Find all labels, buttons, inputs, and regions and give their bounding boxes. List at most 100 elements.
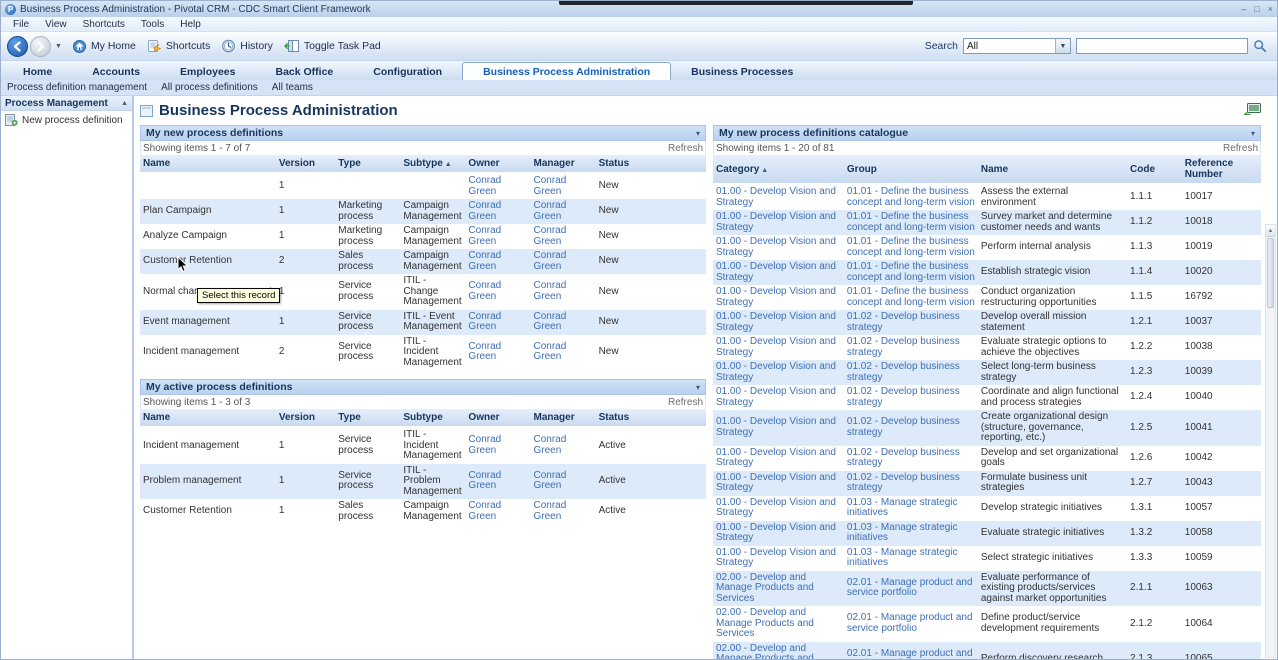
table-row[interactable]: 02.00 - Develop and Manage Products and … bbox=[713, 571, 1261, 607]
cell-link[interactable]: Conrad Green bbox=[468, 225, 501, 247]
column-header-manager[interactable]: Manager bbox=[531, 155, 596, 173]
history-button[interactable]: History bbox=[217, 37, 280, 55]
cell-link[interactable]: 01.00 - Develop Vision and Strategy bbox=[716, 261, 836, 283]
cell-link[interactable]: Conrad Green bbox=[534, 280, 567, 302]
vertical-scrollbar[interactable]: ▲ bbox=[1265, 224, 1276, 658]
column-header-version[interactable]: Version bbox=[276, 409, 335, 427]
back-button[interactable] bbox=[7, 36, 28, 57]
table-row[interactable]: 02.00 - Develop and Manage Products and … bbox=[713, 606, 1261, 642]
table-row[interactable]: Customer Retention1Sales processCampaign… bbox=[140, 499, 706, 524]
cell-link[interactable]: 01.00 - Develop Vision and Strategy bbox=[716, 497, 836, 519]
cell-link[interactable]: 01.02 - Develop business strategy bbox=[847, 386, 960, 408]
table-row[interactable]: 1Conrad GreenConrad GreenNew bbox=[140, 173, 706, 199]
cell-link[interactable]: Conrad Green bbox=[468, 311, 501, 333]
cell-link[interactable]: Conrad Green bbox=[534, 175, 567, 197]
forward-button[interactable] bbox=[30, 36, 51, 57]
table-row[interactable]: Plan Campaign1Marketing processCampaign … bbox=[140, 199, 706, 224]
cell-link[interactable]: Conrad Green bbox=[534, 250, 567, 272]
table-row[interactable]: 01.00 - Develop Vision and Strategy01.02… bbox=[713, 471, 1261, 496]
close-button[interactable]: × bbox=[1268, 2, 1273, 16]
chevron-down-icon[interactable]: ▼ bbox=[1055, 39, 1070, 53]
cell-link[interactable]: Conrad Green bbox=[468, 280, 501, 302]
cell-link[interactable]: 01.02 - Develop business strategy bbox=[847, 416, 960, 438]
cell-link[interactable]: 01.01 - Define the business concept and … bbox=[847, 286, 975, 308]
scroll-up-icon[interactable]: ▲ bbox=[1266, 225, 1275, 237]
cell-link[interactable]: 01.00 - Develop Vision and Strategy bbox=[716, 472, 836, 494]
cell-link[interactable]: 01.00 - Develop Vision and Strategy bbox=[716, 547, 836, 569]
menu-item-shortcuts[interactable]: Shortcuts bbox=[75, 19, 133, 30]
menu-item-tools[interactable]: Tools bbox=[133, 19, 172, 30]
cell-link[interactable]: Conrad Green bbox=[534, 434, 567, 456]
tab-configuration[interactable]: Configuration bbox=[353, 63, 462, 80]
cell-link[interactable]: 01.00 - Develop Vision and Strategy bbox=[716, 186, 836, 208]
column-header-name[interactable]: Name bbox=[140, 409, 276, 427]
column-header-subtype[interactable]: Subtype bbox=[400, 409, 465, 427]
cell-link[interactable]: 01.02 - Develop business strategy bbox=[847, 311, 960, 333]
table-row[interactable]: 01.00 - Develop Vision and Strategy01.02… bbox=[713, 360, 1261, 385]
column-header-name[interactable]: Name bbox=[140, 155, 276, 173]
column-header-manager[interactable]: Manager bbox=[531, 409, 596, 427]
cell-link[interactable]: 02.00 - Develop and Manage Products and … bbox=[716, 643, 814, 660]
subtab-all-process-definitions[interactable]: All process definitions bbox=[161, 82, 258, 93]
search-input[interactable] bbox=[1076, 38, 1248, 54]
subtab-all-teams[interactable]: All teams bbox=[272, 82, 313, 93]
cell-link[interactable]: Conrad Green bbox=[468, 500, 501, 522]
column-header-owner[interactable]: Owner bbox=[465, 155, 530, 173]
column-header-subtype[interactable]: Subtype ▲ bbox=[400, 155, 465, 173]
search-icon[interactable] bbox=[1253, 39, 1267, 53]
cell-link[interactable]: 01.00 - Develop Vision and Strategy bbox=[716, 211, 836, 233]
cell-link[interactable]: 01.00 - Develop Vision and Strategy bbox=[716, 447, 836, 469]
cell-link[interactable]: 01.01 - Define the business concept and … bbox=[847, 261, 975, 283]
refresh-link[interactable]: Refresh bbox=[668, 143, 703, 154]
cell-link[interactable]: Conrad Green bbox=[534, 341, 567, 363]
cell-link[interactable]: Conrad Green bbox=[534, 470, 567, 492]
cell-link[interactable]: 02.00 - Develop and Manage Products and … bbox=[716, 607, 814, 639]
cell-link[interactable]: 01.03 - Manage strategic initiatives bbox=[847, 522, 958, 544]
table-row[interactable]: 01.00 - Develop Vision and Strategy 01.02… bbox=[713, 335, 1261, 360]
cell-link[interactable]: 01.03 - Manage strategic initiatives bbox=[847, 497, 958, 519]
toggle-task-pad-button[interactable]: Toggle Task Pad bbox=[280, 37, 388, 55]
table-row[interactable]: Analyze Campaign1Marketing processCampai… bbox=[140, 224, 706, 249]
cell-link[interactable]: 02.01 - Manage product and service portf… bbox=[847, 648, 973, 660]
my-home-button[interactable]: My Home bbox=[68, 37, 143, 55]
cell-link[interactable]: 01.02 - Develop business strategy bbox=[847, 361, 960, 383]
column-header-group[interactable]: Group bbox=[844, 155, 978, 184]
cell-link[interactable]: Conrad Green bbox=[468, 200, 501, 222]
column-header-owner[interactable]: Owner bbox=[465, 409, 530, 427]
table-row[interactable]: Problem management1Service processITIL -… bbox=[140, 464, 706, 500]
cell-link[interactable]: 01.00 - Develop Vision and Strategy bbox=[716, 336, 836, 358]
table-row[interactable]: 01.00 - Develop Vision and Strategy 01.02… bbox=[713, 310, 1261, 335]
tab-employees[interactable]: Employees bbox=[160, 63, 255, 80]
table-row[interactable]: Event management1Service processITIL - E… bbox=[140, 310, 706, 335]
tab-accounts[interactable]: Accounts bbox=[72, 63, 160, 80]
refresh-link[interactable]: Refresh bbox=[668, 397, 703, 408]
shortcuts-button[interactable]: Shortcuts bbox=[143, 37, 217, 55]
cell-link[interactable]: 02.01 - Manage product and service portf… bbox=[847, 612, 973, 634]
cell-link[interactable]: 01.02 - Develop business strategy bbox=[847, 336, 960, 358]
column-header-code[interactable]: Code bbox=[1127, 155, 1182, 184]
cell-link[interactable]: 01.00 - Develop Vision and Strategy bbox=[716, 522, 836, 544]
table-row[interactable]: Incident management1Service processITIL … bbox=[140, 427, 706, 464]
table-row[interactable]: Customer Retention2Sales processCampaign… bbox=[140, 249, 706, 274]
table-row[interactable]: 01.00 - Develop Vision and Strategy01.01… bbox=[713, 184, 1261, 210]
cell-link[interactable]: Conrad Green bbox=[468, 470, 501, 492]
table-row[interactable]: 01.00 - Develop Vision and Strategy01.03… bbox=[713, 546, 1261, 571]
table-row[interactable]: 01.00 - Develop Vision and Strategy01.02… bbox=[713, 446, 1261, 471]
table-row[interactable]: 01.00 - Develop Vision and Strategy 01.03… bbox=[713, 521, 1261, 546]
collapse-panel-icon[interactable]: ▾ bbox=[696, 383, 700, 392]
tab-business-processes[interactable]: Business Processes bbox=[671, 63, 813, 80]
column-header-status[interactable]: Status bbox=[596, 409, 706, 427]
tab-back-office[interactable]: Back Office bbox=[255, 63, 353, 80]
table-row[interactable]: 01.00 - Develop Vision and Strategy 01.01… bbox=[713, 260, 1261, 285]
cell-link[interactable]: Conrad Green bbox=[534, 225, 567, 247]
minimize-button[interactable]: – bbox=[1241, 2, 1246, 16]
column-header-type[interactable]: Type bbox=[335, 409, 400, 427]
collapse-up-icon[interactable]: ▲ bbox=[121, 100, 128, 107]
cell-link[interactable]: Conrad Green bbox=[468, 250, 501, 272]
cell-link[interactable]: 01.00 - Develop Vision and Strategy bbox=[716, 236, 836, 258]
cell-link[interactable]: 01.00 - Develop Vision and Strategy bbox=[716, 416, 836, 438]
column-header-name[interactable]: Name bbox=[978, 155, 1127, 184]
cell-link[interactable]: 01.00 - Develop Vision and Strategy bbox=[716, 286, 836, 308]
cell-link[interactable]: 01.00 - Develop Vision and Strategy bbox=[716, 311, 836, 333]
table-row[interactable]: Incident management2Service processITIL … bbox=[140, 335, 706, 371]
